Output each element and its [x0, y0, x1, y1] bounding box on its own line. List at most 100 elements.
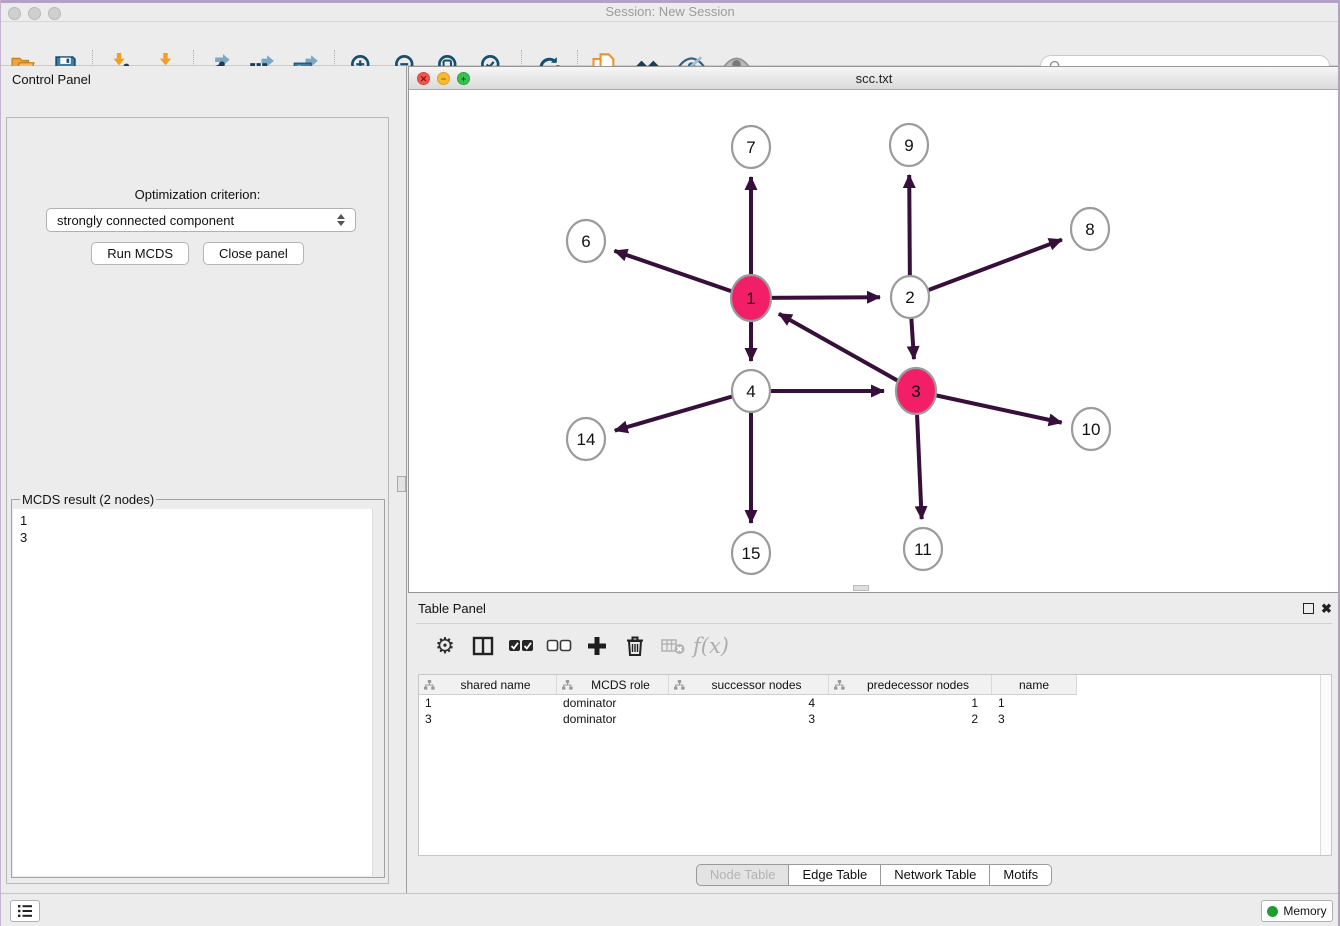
network-graph: 1 2 3 4 6 7 8 9 10 11 14 15 — [409, 90, 1339, 593]
tab-node-table[interactable]: Node Table — [696, 864, 790, 886]
float-table-panel-icon[interactable] — [1303, 603, 1314, 614]
optimization-criterion-label: Optimization criterion: — [7, 187, 388, 202]
svg-text:15: 15 — [742, 544, 761, 563]
optimization-criterion-select[interactable]: strongly connected component — [46, 208, 356, 232]
graph-node-2[interactable]: 2 — [891, 276, 929, 318]
column-header-shared-name[interactable]: shared name — [419, 675, 557, 695]
tab-motifs[interactable]: Motifs — [990, 864, 1052, 886]
sort-hierarchy-icon — [674, 680, 685, 690]
toggle-panel-columns-icon[interactable] — [464, 628, 502, 664]
table-cell[interactable]: 1 — [829, 695, 992, 711]
result-scrollbar[interactable] — [372, 509, 383, 876]
settings-gear-icon[interactable]: ⚙ — [426, 628, 464, 664]
window-title: Session: New Session — [0, 4, 1340, 19]
deselect-all-rows-icon[interactable] — [540, 628, 578, 664]
table-cell[interactable]: 2 — [829, 711, 992, 727]
delete-column-icon[interactable] — [616, 628, 654, 664]
svg-text:14: 14 — [577, 430, 596, 449]
node-table: shared nameMCDS rolesuccessor nodesprede… — [418, 674, 1332, 856]
window-border-top — [0, 0, 1340, 3]
mcds-result-title: MCDS result (2 nodes) — [20, 492, 156, 507]
table-scrollbar[interactable] — [1320, 675, 1331, 855]
window-border-left — [0, 0, 1, 926]
graph-node-9[interactable]: 9 — [890, 124, 928, 166]
table-cell[interactable]: 1 — [419, 695, 557, 711]
svg-text:9: 9 — [904, 136, 913, 155]
control-panel-title: Control Panel — [12, 72, 91, 87]
application-window: Session: New Session — [0, 0, 1340, 926]
table-cell[interactable]: 3 — [669, 711, 829, 727]
run-mcds-button[interactable]: Run MCDS — [91, 242, 189, 265]
mcds-result-box: MCDS result (2 nodes) 1 3 — [11, 492, 385, 878]
graph-node-7[interactable]: 7 — [732, 126, 770, 168]
mcds-tab-pane: Optimization criterion: strongly connect… — [6, 117, 389, 884]
function-builder-icon[interactable]: f(x) — [692, 628, 730, 664]
add-column-icon[interactable] — [578, 628, 616, 664]
table-cell[interactable]: 3 — [419, 711, 557, 727]
graph-node-3[interactable]: 3 — [896, 368, 936, 414]
svg-text:10: 10 — [1082, 420, 1101, 439]
column-header-predecessor-nodes[interactable]: predecessor nodes — [829, 675, 992, 695]
graph-node-8[interactable]: 8 — [1071, 208, 1109, 250]
select-all-rows-icon[interactable] — [502, 628, 540, 664]
optimization-criterion-value: strongly connected component — [57, 213, 234, 228]
table-cell[interactable]: 4 — [669, 695, 829, 711]
graph-node-6[interactable]: 6 — [567, 220, 605, 262]
memory-button-label: Memory — [1283, 904, 1326, 918]
sort-hierarchy-icon — [834, 680, 845, 690]
table-cell[interactable]: 3 — [992, 711, 1077, 727]
mcds-result-list: 1 3 — [13, 509, 383, 876]
graph-node-4[interactable]: 4 — [732, 370, 770, 412]
column-header-MCDS-role[interactable]: MCDS role — [557, 675, 669, 695]
svg-text:8: 8 — [1085, 220, 1094, 239]
svg-text:6: 6 — [581, 232, 590, 251]
svg-text:3: 3 — [911, 382, 920, 401]
table-panel-title: Table Panel — [418, 601, 486, 616]
task-history-button[interactable] — [10, 900, 40, 922]
control-panel: Control Panel ✖ Network Style Select MCD… — [0, 66, 395, 893]
graph-edge-1-6[interactable] — [614, 251, 751, 298]
svg-text:1: 1 — [746, 289, 755, 308]
sort-hierarchy-icon — [424, 680, 435, 690]
table-cell[interactable]: dominator — [557, 711, 669, 727]
graph-node-10[interactable]: 10 — [1072, 408, 1110, 450]
graph-edge-4-14[interactable] — [615, 391, 751, 431]
memory-status-icon — [1267, 906, 1278, 917]
svg-text:4: 4 — [746, 382, 755, 401]
graph-node-11[interactable]: 11 — [904, 528, 942, 570]
close-table-panel-icon[interactable]: ✖ — [1321, 603, 1332, 614]
main-titlebar: Session: New Session — [0, 0, 1340, 22]
table-row[interactable]: 3dominator323 — [419, 711, 1331, 727]
network-window-titlebar: ✕ − + scc.txt — [409, 67, 1339, 90]
column-header-name[interactable]: name — [992, 675, 1077, 695]
svg-text:7: 7 — [746, 138, 755, 157]
table-cell[interactable]: 1 — [992, 695, 1077, 711]
memory-button[interactable]: Memory — [1261, 900, 1333, 922]
graph-edge-3-1[interactable] — [779, 314, 916, 391]
graph-edge-2-8[interactable] — [910, 240, 1062, 297]
table-row[interactable]: 1dominator411 — [419, 695, 1331, 711]
graph-edge-3-10[interactable] — [916, 391, 1062, 423]
network-canvas[interactable]: 1 2 3 4 6 7 8 9 10 11 14 15 — [409, 90, 1339, 592]
graph-node-15[interactable]: 15 — [732, 532, 770, 574]
canvas-splitter-handle[interactable] — [853, 585, 869, 591]
graph-node-14[interactable]: 14 — [567, 418, 605, 460]
svg-text:11: 11 — [914, 540, 932, 559]
tab-network-table[interactable]: Network Table — [881, 864, 990, 886]
table-cell[interactable]: dominator — [557, 695, 669, 711]
graph-node-1[interactable]: 1 — [731, 275, 771, 321]
splitter-handle[interactable] — [397, 476, 406, 492]
network-view-window: ✕ − + scc.txt 1 2 3 4 6 7 8 9 10 11 14 15 — [408, 66, 1340, 593]
table-panel: Table Panel ✖ ⚙ f(x) — [408, 595, 1340, 890]
close-panel-button[interactable]: Close panel — [203, 242, 304, 265]
list-icon — [17, 904, 33, 918]
network-window-title: scc.txt — [409, 71, 1339, 86]
table-header-row: shared nameMCDS rolesuccessor nodesprede… — [419, 675, 1331, 695]
delete-table-icon[interactable] — [654, 628, 692, 664]
table-toolbar: ⚙ f(x) — [416, 623, 1332, 667]
mcds-result-values: 1 3 — [20, 512, 27, 546]
tab-edge-table[interactable]: Edge Table — [789, 864, 881, 886]
column-header-successor-nodes[interactable]: successor nodes — [669, 675, 829, 695]
table-panel-tabs: Node Table Edge Table Network Table Moti… — [408, 864, 1340, 886]
panel-splitter[interactable] — [395, 66, 408, 893]
